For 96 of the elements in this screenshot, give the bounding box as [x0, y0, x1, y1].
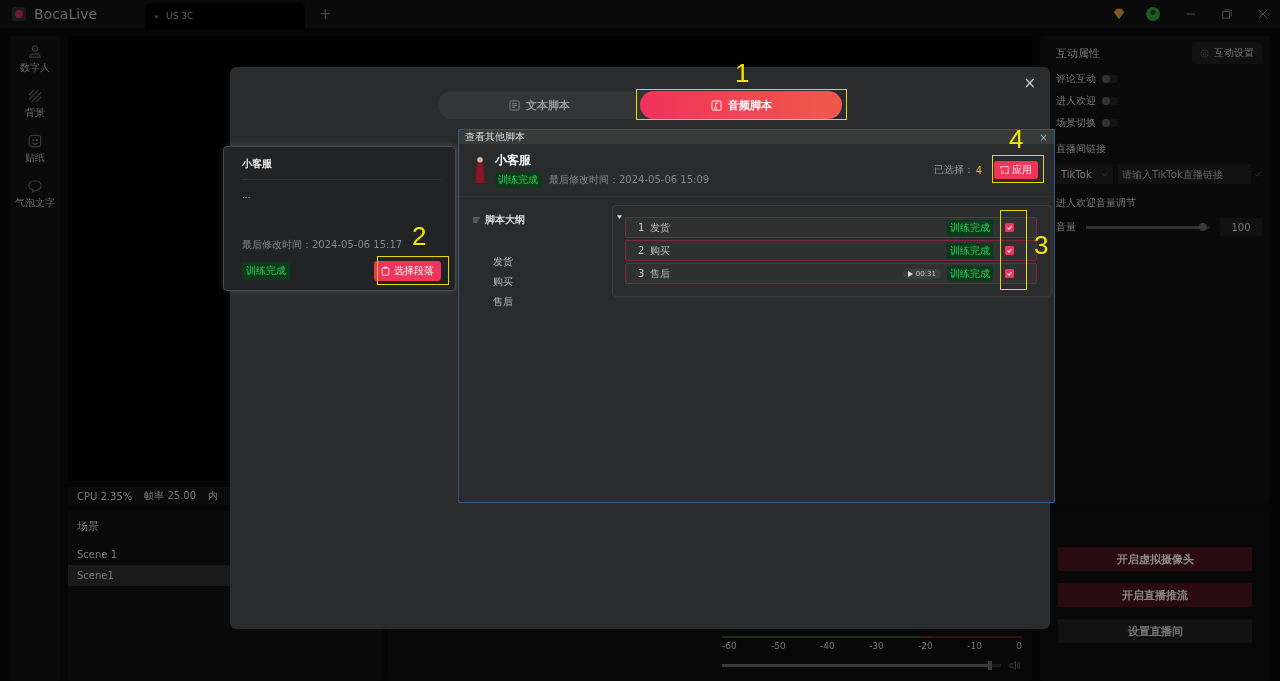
- segment-title: 发货: [650, 220, 671, 235]
- window-tab[interactable]: US 3C: [145, 3, 306, 29]
- link-input[interactable]: 请输入TikTok直播链接: [1118, 164, 1251, 184]
- volume-label: 音量: [1056, 220, 1076, 234]
- toggle-label: 评论互动: [1056, 72, 1096, 86]
- annotation-box: [992, 155, 1044, 183]
- status-tag: 训练完成: [495, 172, 541, 188]
- checkbox[interactable]: [1005, 223, 1014, 232]
- speaker-icon[interactable]: [1009, 660, 1022, 671]
- toggle-label: 进人欢迎: [1056, 94, 1096, 108]
- cast-icon: [1000, 165, 1009, 175]
- status-tag: 训练完成: [947, 265, 993, 282]
- script-tab[interactable]: 文本脚本: [438, 91, 640, 119]
- meter-tick-label: -60: [722, 641, 737, 651]
- selected-label: 已选择：: [933, 163, 974, 177]
- status-tag: 训练完成: [947, 219, 993, 236]
- avatar-icon[interactable]: [1146, 7, 1160, 21]
- chevron-down-icon: [1101, 171, 1108, 177]
- dialog-title: 查看其他脚本: [465, 130, 525, 144]
- outline-item[interactable]: 发货: [473, 253, 612, 271]
- meter-tick-label: -30: [869, 641, 884, 651]
- slider-thumb[interactable]: [987, 661, 992, 670]
- platform-dropdown[interactable]: TikTok: [1056, 164, 1113, 184]
- audio-file-icon: [710, 99, 722, 111]
- settings-icon: [1200, 48, 1209, 58]
- script-name: 小客服: [495, 152, 532, 169]
- meter-tick-label: -40: [820, 641, 835, 651]
- toggle-label: 场景切换: [1056, 116, 1096, 130]
- stat-text: 内: [208, 489, 219, 503]
- meter-tick-label: -20: [918, 641, 933, 651]
- toggle-switch[interactable]: [1102, 75, 1118, 83]
- apply-button[interactable]: 应用: [994, 161, 1038, 179]
- check-icon: [1254, 171, 1262, 177]
- action-button[interactable]: 开启虚拟摄像头: [1058, 547, 1252, 571]
- close-icon[interactable]: [1258, 9, 1268, 19]
- expand-triangle-icon[interactable]: [617, 215, 622, 219]
- sidebar-label[interactable]: 贴纸: [25, 151, 45, 165]
- segment-row[interactable]: 1 发货 训练完成: [625, 217, 1037, 238]
- stat-text: 帧率 25.00: [144, 489, 197, 503]
- annotation-box: [377, 256, 449, 285]
- slider-thumb[interactable]: [1198, 222, 1207, 231]
- action-button[interactable]: 开启直播推流: [1058, 583, 1252, 607]
- play-icon: [907, 270, 913, 277]
- stripes-icon[interactable]: [28, 89, 42, 103]
- field-label: 直播间链接: [1056, 142, 1107, 156]
- clipboard-icon: [381, 266, 390, 276]
- modified-time: 最后修改时间：2024-05-06 15:09: [549, 173, 710, 187]
- annotation-number: 4: [1009, 126, 1024, 152]
- checkbox[interactable]: [1005, 269, 1014, 278]
- app-name: BocaLive: [34, 6, 98, 22]
- segment-number: 2: [638, 245, 645, 256]
- select-paragraph-button[interactable]: 选择段落: [374, 261, 441, 281]
- sidebar-label[interactable]: 数字人: [20, 61, 50, 75]
- action-button[interactable]: 设置直播间: [1058, 619, 1252, 643]
- annotation-number: 3: [1034, 232, 1049, 258]
- outline-title: 脚本大纲: [485, 213, 525, 227]
- segment-title: 售后: [650, 266, 671, 281]
- toggle-switch[interactable]: [1102, 119, 1118, 127]
- segment-number: 3: [638, 268, 645, 279]
- close-button[interactable]: ×: [1017, 73, 1042, 93]
- restore-icon[interactable]: [1222, 9, 1232, 19]
- meter-tick-label: 0: [1016, 641, 1022, 651]
- outline-item[interactable]: 购买: [473, 273, 612, 291]
- script-tab[interactable]: 音频脚本: [640, 91, 842, 119]
- toggle-switch[interactable]: [1102, 97, 1118, 105]
- annotation-number: 2: [412, 223, 427, 249]
- person-icon[interactable]: [28, 44, 42, 58]
- avatar-figure: [473, 156, 487, 184]
- stat-text: CPU 2.35%: [77, 490, 133, 502]
- sidebar-label[interactable]: 背景: [25, 106, 45, 120]
- section-label: 进人欢迎音量调节: [1056, 196, 1137, 210]
- annotation-number: 1: [735, 60, 750, 86]
- close-button[interactable]: ×: [1039, 131, 1048, 143]
- selected-count: 4: [975, 164, 982, 176]
- sticker-icon[interactable]: [28, 134, 42, 148]
- logo-icon: [12, 7, 26, 21]
- document-icon: [508, 99, 520, 111]
- meter-tick-label: -10: [967, 641, 982, 651]
- outline-item[interactable]: 售后: [473, 293, 612, 311]
- sidebar-label[interactable]: 气泡文字: [15, 196, 55, 210]
- checkbox[interactable]: [1005, 246, 1014, 255]
- segment-title: 购买: [650, 243, 671, 258]
- status-tag: 训练完成: [947, 242, 993, 259]
- status-tag: 训练完成: [242, 262, 290, 280]
- script-preview: ...: [242, 190, 252, 200]
- list-icon: [473, 217, 480, 223]
- gem-icon[interactable]: [1112, 7, 1126, 21]
- volume-value: 100: [1220, 218, 1262, 236]
- panel-title: 互动属性: [1056, 45, 1100, 61]
- speech-bubble-icon[interactable]: [28, 179, 42, 193]
- panel-title: 场景: [76, 519, 100, 535]
- interaction-settings-button[interactable]: 互动设置: [1192, 42, 1262, 64]
- script-name: 小客服: [242, 157, 273, 171]
- modified-time: 最后修改时间：2024-05-06 15:17: [242, 238, 404, 252]
- meter-tick-label: -50: [771, 641, 786, 651]
- segment-number: 1: [638, 222, 645, 233]
